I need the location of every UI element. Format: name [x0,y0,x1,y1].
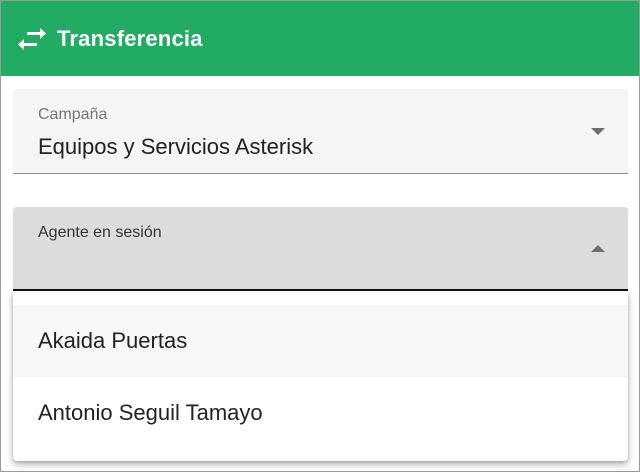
campana-value: Equipos y Servicios Asterisk [38,134,314,159]
agente-label: Agente en sesión [38,224,162,241]
swap-horizontal-icon [18,27,46,51]
agente-select[interactable]: Agente en sesión [13,207,628,291]
transfer-dialog: Transferencia Campaña Equipos y Servicio… [0,0,640,472]
campana-select[interactable]: Campaña Equipos y Servicios Asterisk [13,89,628,174]
dropdown-option[interactable]: Antonio Seguil Tamayo [13,377,628,449]
dropdown-option[interactable]: Akaida Puertas [13,305,628,377]
campana-label: Campaña [38,106,108,123]
agente-dropdown-menu: Akaida Puertas Antonio Seguil Tamayo [13,291,628,461]
dialog-header: Transferencia [1,1,639,76]
chevron-down-icon[interactable] [591,128,605,135]
chevron-up-icon[interactable] [591,245,605,252]
dialog-title: Transferencia [57,25,203,51]
